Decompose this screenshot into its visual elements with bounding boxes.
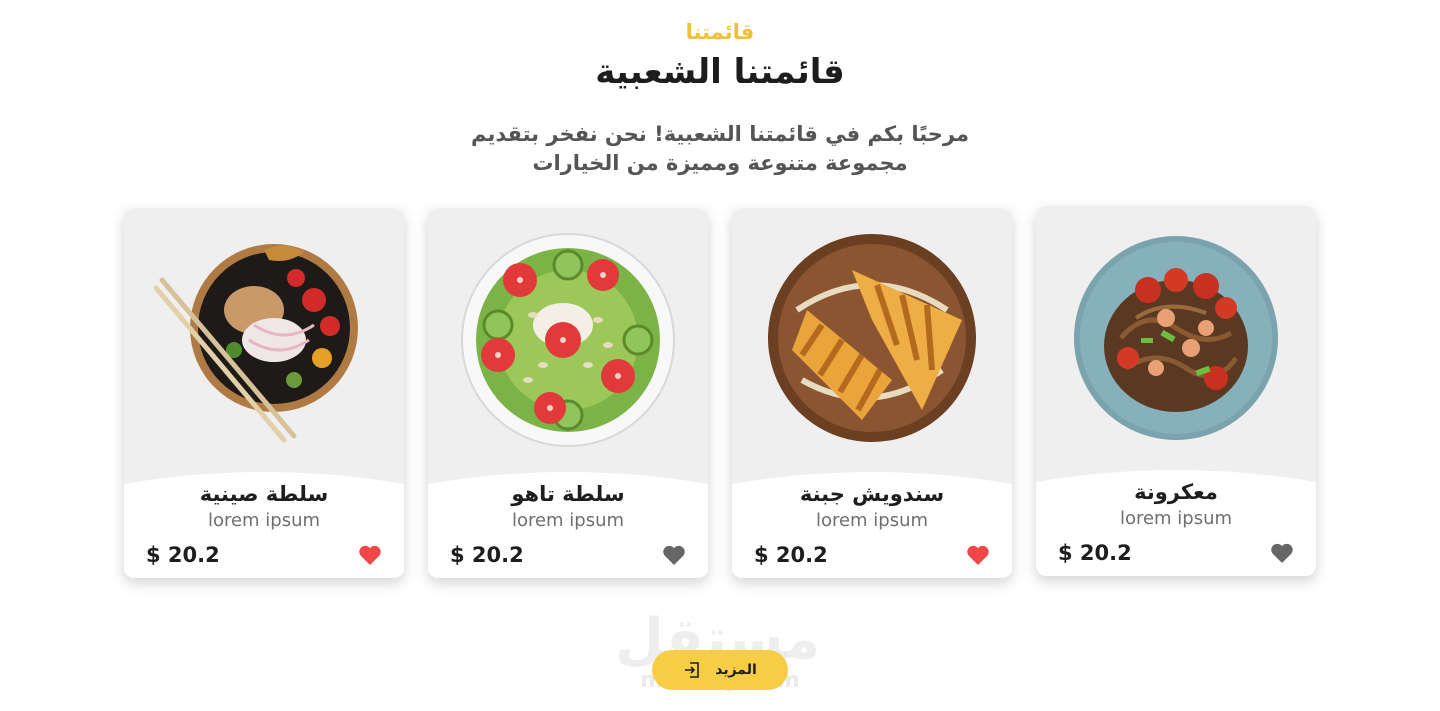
menu-card-tahoe-salad[interactable]: سلطة تاهو lorem ipsum $ 20.2 — [428, 208, 708, 578]
subtitle-line-2: مجموعة متنوعة ومميزة من الخيارات — [532, 151, 908, 175]
menu-card-chinese-salad[interactable]: سلطة صينية lorem ipsum $ 20.2 — [124, 208, 404, 578]
card-description: lorem ipsum — [511, 510, 625, 531]
salad-bowl-image — [461, 233, 675, 447]
card-image-area — [124, 208, 404, 498]
card-image-area — [428, 208, 708, 498]
card-price: $ 20.2 — [1058, 541, 1132, 565]
subtitle-line-1: مرحبًا بكم في قائمتنا الشعبية! نحن نفخر … — [471, 122, 969, 146]
section-title: قائمتنا الشعبية — [595, 52, 845, 92]
more-area: مستقل mostaql.com المزيد — [615, 612, 820, 702]
more-button-label: المزيد — [715, 662, 757, 678]
card-description: lorem ipsum — [815, 510, 929, 531]
section-eyebrow: قائمتنا — [685, 20, 755, 44]
card-title: سندويش جبنة — [799, 482, 945, 506]
more-button[interactable]: المزيد — [652, 650, 788, 690]
heart-icon[interactable] — [662, 544, 686, 566]
chinese-salad-bowl-image — [154, 244, 358, 443]
card-description: lorem ipsum — [1119, 508, 1233, 529]
popular-menu-section: قائمتنا قائمتنا الشعبية مرحبًا بكم في قا… — [0, 0, 1440, 711]
heart-icon[interactable] — [1270, 542, 1294, 564]
heart-icon[interactable] — [358, 544, 382, 566]
card-description: lorem ipsum — [207, 510, 321, 531]
login-arrow-icon — [685, 662, 700, 678]
card-price: $ 20.2 — [450, 543, 524, 567]
card-image-area — [1036, 206, 1316, 496]
pasta-dish-image — [1074, 236, 1278, 440]
card-title: سلطة صينية — [199, 482, 329, 506]
menu-card-cheese-sandwich[interactable]: سندويش جبنة lorem ipsum $ 20.2 — [732, 208, 1012, 578]
card-image-area — [732, 208, 1012, 498]
card-title: سلطة تاهو — [511, 482, 625, 506]
menu-cards: معكرونة lorem ipsum $ 20.2 سندويش جبنة l… — [124, 206, 1316, 583]
card-title: معكرونة — [1134, 480, 1218, 504]
sandwich-dish-image — [768, 234, 976, 442]
section-subtitle: مرحبًا بكم في قائمتنا الشعبية! نحن نفخر … — [470, 120, 970, 178]
card-price: $ 20.2 — [754, 543, 828, 567]
menu-card-pasta[interactable]: معكرونة lorem ipsum $ 20.2 — [1036, 206, 1316, 576]
heart-icon[interactable] — [966, 544, 990, 566]
card-price: $ 20.2 — [146, 543, 220, 567]
